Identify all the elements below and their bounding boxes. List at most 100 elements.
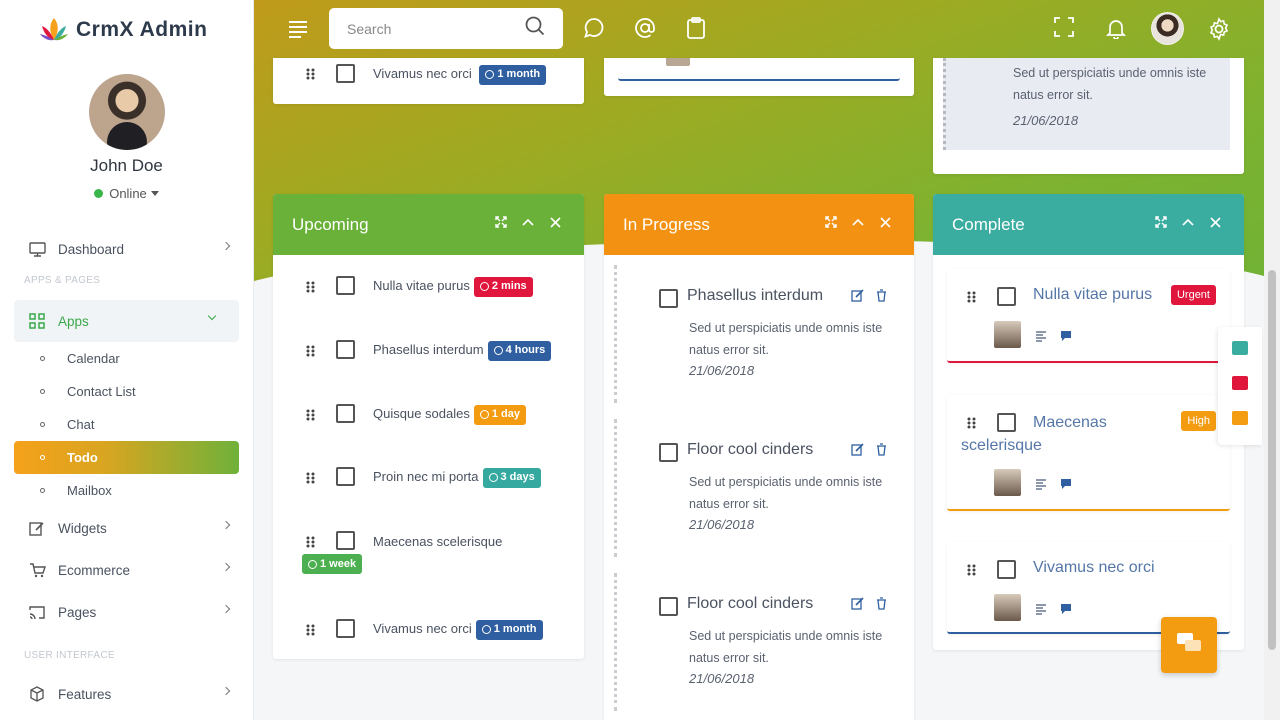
drag-handle-icon[interactable] [306, 408, 316, 421]
sidebar-item-pages[interactable]: Pages [0, 591, 253, 633]
box-icon [28, 685, 46, 703]
chat-bubbles-icon [1176, 632, 1202, 659]
sidebar-item-label: Pages [58, 604, 97, 620]
camera-icon[interactable] [1232, 341, 1248, 355]
task-checkbox[interactable] [997, 287, 1016, 306]
align-left-icon[interactable] [1035, 477, 1047, 490]
avatar[interactable] [88, 74, 165, 150]
task-checkbox[interactable] [659, 289, 678, 308]
task-title: Vivamus nec orci [1033, 559, 1155, 576]
scrollbar-thumb[interactable] [1268, 270, 1276, 650]
card-title: Complete [952, 214, 1025, 234]
bell-icon[interactable] [1105, 17, 1129, 41]
user-profile: John Doe Online [0, 74, 253, 203]
edit-icon[interactable] [851, 289, 864, 307]
collapse-icon[interactable] [1181, 215, 1195, 229]
chevron-right-icon [221, 241, 231, 251]
comment-icon[interactable] [1060, 602, 1072, 614]
page-scrollbar[interactable] [1264, 0, 1280, 720]
drag-handle-icon[interactable] [306, 623, 316, 636]
brand[interactable]: CrmX Admin [0, 0, 253, 60]
task-checkbox[interactable] [336, 404, 355, 423]
task-checkbox[interactable] [659, 597, 678, 616]
note-date: 21/06/2018 [1013, 113, 1079, 128]
time-badge: 1 month [479, 64, 547, 85]
note-item: Sed ut perspiciatis unde omnis iste natu… [943, 58, 1230, 150]
sidebar-subitem-chat[interactable]: Chat [0, 408, 253, 441]
task-checkbox[interactable] [336, 64, 355, 83]
task-checkbox[interactable] [997, 560, 1016, 579]
search-input[interactable] [347, 20, 517, 37]
sidebar-item-apps[interactable]: Apps [14, 300, 239, 342]
task-item: Floor cool cinders Sed ut perspiciatis un… [614, 573, 904, 711]
align-left-icon[interactable] [1035, 602, 1047, 615]
avatar [666, 58, 690, 66]
search-icon[interactable] [525, 16, 545, 41]
drag-handle-icon[interactable] [306, 535, 316, 548]
task-description: Sed ut perspiciatis unde omnis iste natu… [689, 321, 883, 357]
drag-handle-icon[interactable] [306, 471, 316, 484]
trash-icon[interactable] [876, 289, 887, 307]
sidebar: CrmX Admin John Doe Online Dashboard APP… [0, 0, 254, 720]
cast-icon [28, 603, 46, 621]
at-sign-icon[interactable] [634, 17, 658, 41]
sidebar-subitem-contact-list[interactable]: Contact List [0, 375, 253, 408]
expand-icon[interactable] [1154, 215, 1168, 229]
collapse-icon[interactable] [851, 215, 865, 229]
task-checkbox[interactable] [336, 531, 355, 550]
task-checkbox[interactable] [336, 619, 355, 638]
trash-icon[interactable] [876, 443, 887, 461]
task-label: Nulla vitae purus [373, 278, 470, 293]
task-checkbox[interactable] [336, 340, 355, 359]
close-icon[interactable] [548, 215, 562, 229]
close-icon[interactable] [1208, 215, 1222, 229]
task-checkbox[interactable] [336, 467, 355, 486]
sidebar-item-features[interactable]: Features [0, 673, 253, 715]
task-item: Vivamus nec orci 1 month [373, 64, 547, 85]
edit-icon[interactable] [851, 443, 864, 461]
edit-icon[interactable] [851, 597, 864, 615]
clock-icon [493, 346, 503, 356]
close-icon[interactable] [878, 215, 892, 229]
subitem-label: Todo [67, 450, 98, 465]
complete-card: Complete Nulla vitae purus Urgent Maecenas… [933, 194, 1244, 650]
menu-toggle-icon[interactable] [289, 21, 307, 41]
sidebar-subitem-mailbox[interactable]: Mailbox [0, 474, 253, 507]
gear-icon[interactable] [1207, 17, 1231, 41]
sidebar-subitem-todo[interactable]: Todo [14, 441, 239, 474]
comment-icon[interactable] [1060, 329, 1072, 341]
chevron-right-icon [221, 604, 231, 614]
task-title: Phasellus interdum [687, 287, 824, 304]
trash-icon[interactable] [876, 597, 887, 615]
sidebar-item-ecommerce[interactable]: Ecommerce [0, 549, 253, 591]
chat-icon[interactable] [1232, 411, 1248, 425]
drag-handle-icon[interactable] [967, 290, 977, 303]
drag-handle-icon[interactable] [306, 344, 316, 357]
subitem-label: Contact List [67, 384, 136, 399]
drag-handle-icon[interactable] [306, 280, 316, 293]
sidebar-subitem-calendar[interactable]: Calendar [0, 342, 253, 375]
user-avatar[interactable] [1151, 12, 1184, 45]
sidebar-item-widgets[interactable]: Widgets [0, 507, 253, 549]
sidebar-item-dashboard[interactable]: Dashboard [0, 228, 253, 270]
fullscreen-icon[interactable] [1054, 17, 1078, 41]
expand-icon[interactable] [494, 215, 508, 229]
time-badge: 1 day [473, 404, 526, 425]
caret-down-icon [150, 191, 159, 196]
drag-handle-icon[interactable] [306, 67, 316, 80]
comment-icon[interactable] [1060, 477, 1072, 489]
image-icon[interactable] [1232, 376, 1248, 390]
expand-icon[interactable] [824, 215, 838, 229]
status-dropdown[interactable]: Online [94, 186, 159, 201]
task-checkbox[interactable] [336, 276, 355, 295]
collapse-icon[interactable] [521, 215, 535, 229]
chat-button[interactable] [1161, 617, 1217, 673]
section-label: APPS & PAGES [24, 275, 101, 286]
task-label: Maecenas scelerisque [373, 534, 503, 549]
task-checkbox[interactable] [659, 443, 678, 462]
chat-bubble-icon[interactable] [583, 17, 607, 41]
align-left-icon[interactable] [1035, 329, 1047, 342]
clipboard-icon[interactable] [686, 17, 710, 41]
drag-handle-icon[interactable] [967, 563, 977, 576]
task-date: 21/06/2018 [689, 517, 755, 532]
